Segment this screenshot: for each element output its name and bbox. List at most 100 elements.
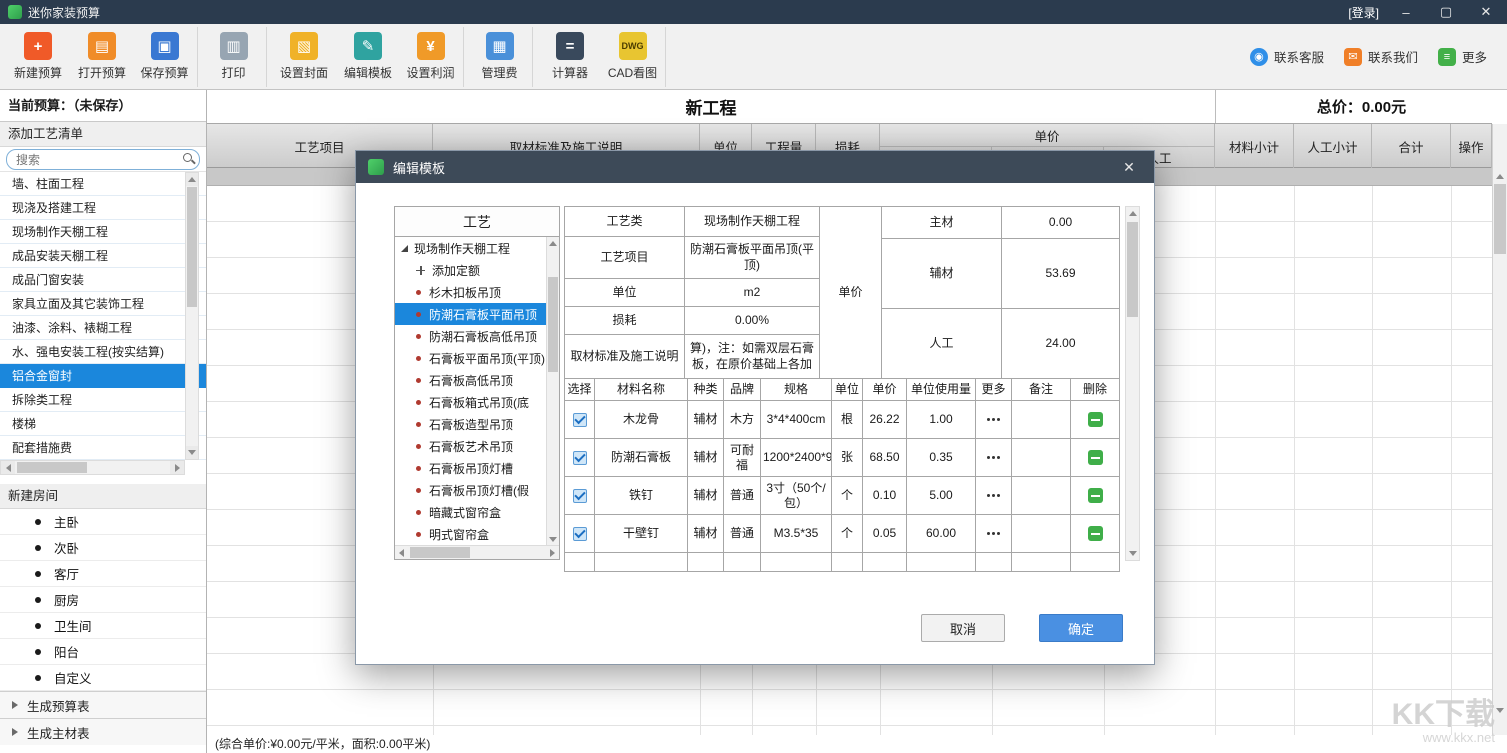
main-scrollbar-vertical[interactable] <box>1492 124 1507 735</box>
tree-leaf-item[interactable]: 石膏板吊顶灯槽(假 <box>395 479 546 501</box>
scroll-up-button[interactable] <box>1493 169 1507 183</box>
material-price-cell[interactable]: 26.22 <box>863 401 907 439</box>
toolbar-button[interactable]: ▧ 设置封面 <box>272 27 336 87</box>
tree-root-node[interactable]: 现场制作天棚工程 <box>395 237 546 259</box>
material-brand-cell[interactable]: 木方 <box>724 401 761 439</box>
minimize-button[interactable]: – <box>1393 5 1419 20</box>
material-note-cell[interactable] <box>1012 401 1071 439</box>
scrollbar-thumb[interactable] <box>548 277 558 372</box>
login-button[interactable]: [登录] <box>1348 4 1379 21</box>
cancel-button[interactable]: 取消 <box>921 614 1005 642</box>
material-unit-cell[interactable]: 个 <box>832 477 863 515</box>
tree-leaf-item[interactable]: 石膏板吊顶灯槽 <box>395 457 546 479</box>
material-spec-cell[interactable]: 3寸（50个/包） <box>761 477 832 515</box>
unit-value[interactable]: m2 <box>685 279 820 307</box>
material-brand-cell[interactable]: 可耐福 <box>724 439 761 477</box>
standard-value[interactable]: 算)，注：如需双层石膏板，在原价基础上各加 <box>685 335 820 379</box>
delete-button[interactable] <box>1088 526 1103 541</box>
scroll-down-button[interactable] <box>186 446 198 459</box>
material-type-cell[interactable]: 辅材 <box>688 477 724 515</box>
close-button[interactable]: ✕ <box>1473 4 1499 20</box>
toolbar-button[interactable]: ▣ 保存预算 <box>134 27 198 87</box>
material-type-cell[interactable]: 辅材 <box>688 515 724 553</box>
room-item[interactable]: 厨房 <box>0 587 206 613</box>
craft-category-item[interactable]: 水、强电安装工程(按实结算) <box>0 340 206 364</box>
material-spec-cell[interactable]: 3*4*400cm <box>761 401 832 439</box>
tree-leaf-item[interactable]: 防潮石膏板高低吊顶 <box>395 325 546 347</box>
material-unit-cell[interactable]: 张 <box>832 439 863 477</box>
scroll-down-button[interactable] <box>547 533 559 545</box>
room-item[interactable]: 自定义 <box>0 665 206 691</box>
search-input[interactable] <box>6 149 200 170</box>
tree-add-quota-button[interactable]: 添加定额 <box>395 259 546 281</box>
delete-button[interactable] <box>1088 450 1103 465</box>
tree-scrollbar-vertical[interactable] <box>546 237 559 545</box>
toolbar-link[interactable]: ≡ 更多 <box>1438 47 1487 66</box>
dialog-scrollbar-vertical[interactable] <box>1125 206 1140 561</box>
craft-category-item[interactable]: 拆除类工程 <box>0 388 206 412</box>
craft-category-item[interactable]: 现场制作天棚工程 <box>0 220 206 244</box>
scrollbar-thumb[interactable] <box>17 462 87 473</box>
tree-leaf-item[interactable]: 暗藏式窗帘盒 <box>395 501 546 523</box>
craft-category-item[interactable]: 配套措施费 <box>0 436 206 460</box>
delete-button[interactable] <box>1088 488 1103 503</box>
material-brand-cell[interactable]: 普通 <box>724 515 761 553</box>
craft-list-scrollbar-vertical[interactable] <box>185 172 199 460</box>
room-item[interactable]: 主卧 <box>0 509 206 535</box>
toolbar-button[interactable]: ▥ 打印 <box>203 27 267 87</box>
confirm-button[interactable]: 确定 <box>1039 614 1123 642</box>
scroll-up-button[interactable] <box>186 173 198 186</box>
tree-leaf-item[interactable]: 石膏板平面吊顶(平顶) <box>395 347 546 369</box>
checkbox-checked-icon[interactable] <box>573 413 587 427</box>
craft-category-item[interactable]: 成品门窗安装 <box>0 268 206 292</box>
more-button[interactable] <box>987 456 1000 459</box>
room-item[interactable]: 卫生间 <box>0 613 206 639</box>
scroll-right-button[interactable] <box>170 461 184 474</box>
generate-material-button[interactable]: 生成主材表 <box>0 718 206 745</box>
material-usage-cell[interactable]: 1.00 <box>907 401 976 439</box>
toolbar-button[interactable]: ✎ 编辑模板 <box>336 27 400 87</box>
craft-category-item[interactable]: 铝合金窗封 <box>0 364 206 388</box>
material-unit-cell[interactable]: 根 <box>832 401 863 439</box>
toolbar-button[interactable]: = 计算器 <box>538 27 602 87</box>
tree-leaf-item[interactable]: 石膏板艺术吊顶 <box>395 435 546 457</box>
toolbar-button[interactable]: + 新建预算 <box>6 27 70 87</box>
material-name-cell[interactable]: 木龙骨 <box>595 401 688 439</box>
delete-button[interactable] <box>1088 412 1103 427</box>
material-name-cell[interactable]: 干壁钉 <box>595 515 688 553</box>
generate-budget-button[interactable]: 生成预算表 <box>0 691 206 718</box>
scrollbar-thumb[interactable] <box>187 187 197 307</box>
scroll-down-button[interactable] <box>1493 703 1507 717</box>
toolbar-link[interactable]: ✉ 联系我们 <box>1344 47 1418 66</box>
material-usage-cell[interactable]: 60.00 <box>907 515 976 553</box>
scrollbar-thumb[interactable] <box>1494 184 1506 254</box>
material-note-cell[interactable] <box>1012 515 1071 553</box>
tree-leaf-item[interactable]: 石膏板高低吊顶 <box>395 369 546 391</box>
material-type-cell[interactable]: 辅材 <box>688 401 724 439</box>
tree-leaf-item[interactable]: 石膏板箱式吊顶(底 <box>395 391 546 413</box>
material-brand-cell[interactable]: 普通 <box>724 477 761 515</box>
tree-leaf-item[interactable]: 明式窗帘盒 <box>395 523 546 545</box>
toolbar-link[interactable]: ◉ 联系客服 <box>1250 47 1324 66</box>
main-material-value[interactable]: 0.00 <box>1002 207 1120 239</box>
scroll-left-button[interactable] <box>395 546 408 559</box>
material-usage-cell[interactable]: 5.00 <box>907 477 976 515</box>
craft-category-item[interactable]: 油漆、涂料、裱糊工程 <box>0 316 206 340</box>
more-button[interactable] <box>987 532 1000 535</box>
labor-value[interactable]: 24.00 <box>1002 309 1120 379</box>
craft-category-item[interactable]: 成品安装天棚工程 <box>0 244 206 268</box>
toolbar-button[interactable]: ▤ 打开预算 <box>70 27 134 87</box>
maximize-button[interactable]: ▢ <box>1433 4 1459 20</box>
checkbox-checked-icon[interactable] <box>573 489 587 503</box>
checkbox-checked-icon[interactable] <box>573 451 587 465</box>
tree-leaf-item[interactable]: 石膏板造型吊顶 <box>395 413 546 435</box>
material-price-cell[interactable]: 68.50 <box>863 439 907 477</box>
dialog-close-button[interactable]: ✕ <box>1116 159 1142 176</box>
scrollbar-thumb[interactable] <box>410 547 470 558</box>
tree-leaf-item[interactable]: 杉木扣板吊顶 <box>395 281 546 303</box>
tree-scrollbar-horizontal[interactable] <box>395 545 559 559</box>
toolbar-button[interactable]: ¥ 设置利润 <box>400 27 464 87</box>
material-price-cell[interactable]: 0.05 <box>863 515 907 553</box>
material-note-cell[interactable] <box>1012 477 1071 515</box>
material-spec-cell[interactable]: 1200*2400*9.5 <box>761 439 832 477</box>
